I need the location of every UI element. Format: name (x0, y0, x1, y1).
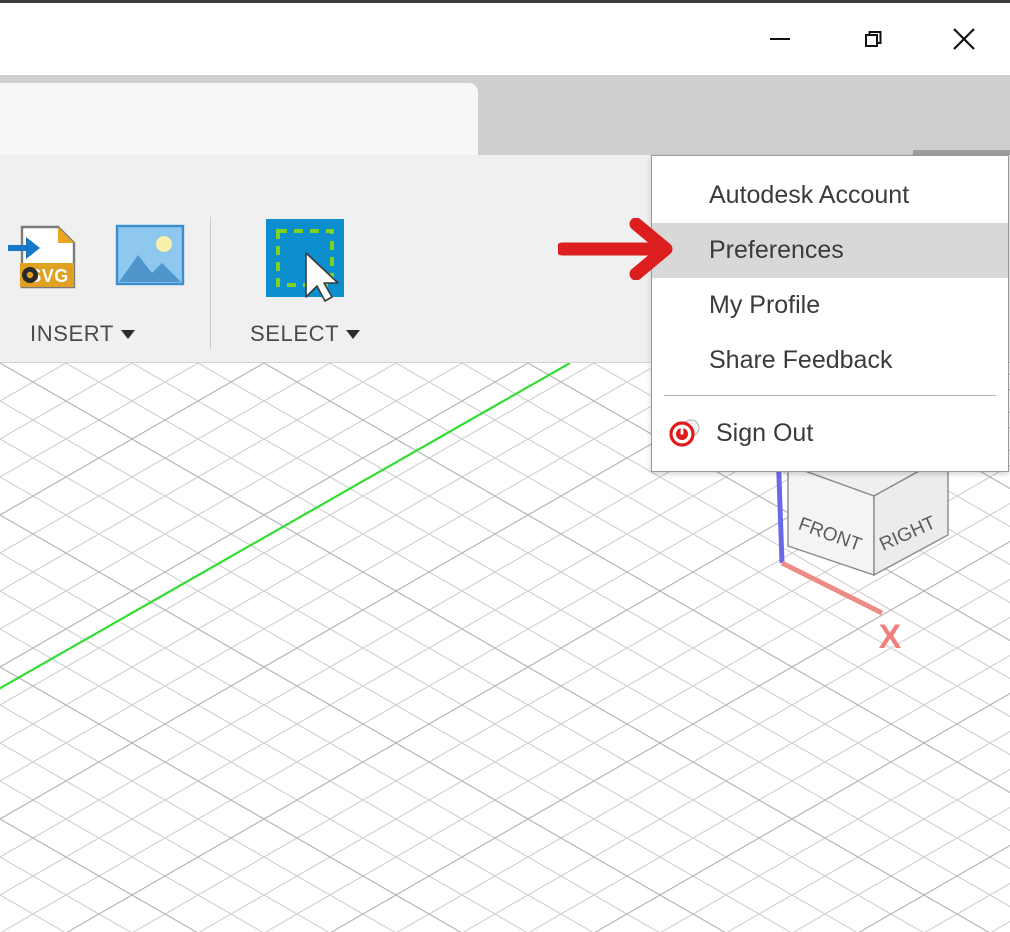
restore-icon (857, 24, 887, 54)
menu-item-label: My Profile (709, 291, 821, 319)
document-tab[interactable] (0, 83, 478, 155)
ribbon-group-select: SELECT (240, 155, 420, 362)
window-title-bar (0, 3, 1010, 75)
ribbon-group-select-label[interactable]: SELECT (250, 321, 361, 347)
account-dropdown-menu: Autodesk Account Preferences My Profile … (651, 155, 1009, 472)
insert-label-text: INSERT (30, 321, 114, 346)
tab-bar: ? (0, 75, 1010, 230)
menu-divider (664, 395, 996, 396)
chevron-down-icon (120, 329, 135, 339)
menu-autodesk-account[interactable]: Autodesk Account (652, 168, 1008, 223)
insert-image-button[interactable] (112, 213, 188, 297)
minimize-icon (765, 24, 795, 54)
menu-sign-out[interactable]: Sign Out (652, 406, 1008, 461)
menu-item-label: Share Feedback (709, 346, 893, 374)
menu-share-feedback[interactable]: Share Feedback (652, 333, 1008, 388)
menu-item-label: Autodesk Account (709, 181, 910, 209)
menu-preferences[interactable]: Preferences (652, 223, 1008, 278)
close-icon (948, 23, 980, 55)
menu-my-profile[interactable]: My Profile (652, 278, 1008, 333)
axis-label-x: X (879, 618, 902, 656)
ribbon-separator (210, 217, 211, 349)
menu-item-label: Sign Out (716, 419, 814, 447)
select-tool-button[interactable] (256, 213, 346, 303)
select-label-text: SELECT (250, 321, 340, 346)
restore-button[interactable] (826, 3, 918, 75)
minimize-button[interactable] (734, 3, 826, 75)
annotation-arrow (555, 217, 678, 281)
window-controls (734, 3, 1010, 75)
sign-out-icon (668, 416, 704, 452)
chevron-down-icon (346, 329, 361, 339)
close-button[interactable] (918, 3, 1010, 75)
insert-svg-button[interactable]: SVG (2, 213, 90, 297)
ribbon-group-insert: SVG INSERT (0, 155, 210, 362)
ribbon-group-insert-label[interactable]: INSERT (30, 321, 135, 347)
menu-item-label: Preferences (709, 236, 844, 264)
